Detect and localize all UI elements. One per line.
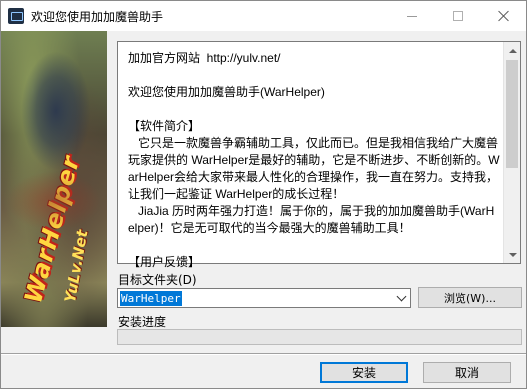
info-text-box[interactable]: 加加官方网站 http://yulv.net/欢迎您使用加加魔兽助手(WarHe…: [117, 41, 521, 269]
install-button[interactable]: 安装: [320, 362, 408, 383]
maximize-button[interactable]: [435, 1, 481, 31]
window-title: 欢迎您使用加加魔兽助手: [31, 10, 164, 24]
info-blank-line: [128, 67, 500, 84]
info-paragraph: 【用户反馈】: [128, 255, 201, 269]
info-text-content: 加加官方网站 http://yulv.net/欢迎您使用加加魔兽助手(WarHe…: [128, 50, 500, 271]
scroll-down-button[interactable]: [504, 246, 521, 263]
scroll-up-button[interactable]: [504, 42, 521, 59]
title-bar[interactable]: 欢迎您使用加加魔兽助手: [1, 1, 526, 31]
minimize-icon: [407, 15, 417, 17]
target-folder-label: 目标文件夹(D): [118, 273, 197, 287]
app-icon: [8, 8, 24, 24]
info-paragraph: 加加官方网站 http://yulv.net/: [128, 51, 281, 65]
vertical-scrollbar[interactable]: [503, 42, 520, 263]
info-paragraph: 欢迎您使用加加魔兽助手(WarHelper): [128, 85, 325, 99]
arrow-down-icon: [508, 252, 517, 257]
cancel-button[interactable]: 取消: [423, 362, 511, 383]
info-paragraph: 【软件简介】: [128, 119, 201, 133]
install-progress-bar: [117, 329, 522, 345]
info-paragraph: JiaJia 历时两年强力打造！属于你的，属于我的加加魔兽助手(WarHelpe…: [128, 204, 495, 235]
browse-button[interactable]: 浏览(W)...: [418, 287, 522, 308]
arrow-up-icon: [508, 48, 517, 53]
divider: [1, 353, 526, 355]
folder-dropdown-button[interactable]: [392, 289, 410, 307]
close-button[interactable]: [481, 1, 527, 31]
banner-logo-subtext: YuLv.Net: [61, 228, 92, 305]
info-paragraph: 它只是一款魔兽争霸辅助工具，仅此而已。但是我相信我给广大魔兽玩家提供的 WarH…: [128, 136, 500, 201]
target-folder-input[interactable]: WarHelper: [117, 288, 411, 308]
maximize-icon: [453, 11, 463, 21]
installer-window: 欢迎您使用加加魔兽助手 WarHelper YuLv.Net 加加官方网站 ht…: [0, 0, 527, 389]
info-blank-line: [128, 237, 500, 254]
info-blank-line: [128, 101, 500, 118]
chevron-down-icon: [396, 291, 406, 301]
target-folder-value: WarHelper: [120, 291, 182, 306]
side-banner-image: WarHelper YuLv.Net: [1, 31, 107, 327]
progress-label: 安装进度: [118, 315, 167, 329]
minimize-button[interactable]: [389, 1, 435, 31]
close-icon: [498, 10, 510, 22]
scrollbar-thumb[interactable]: [506, 60, 518, 168]
